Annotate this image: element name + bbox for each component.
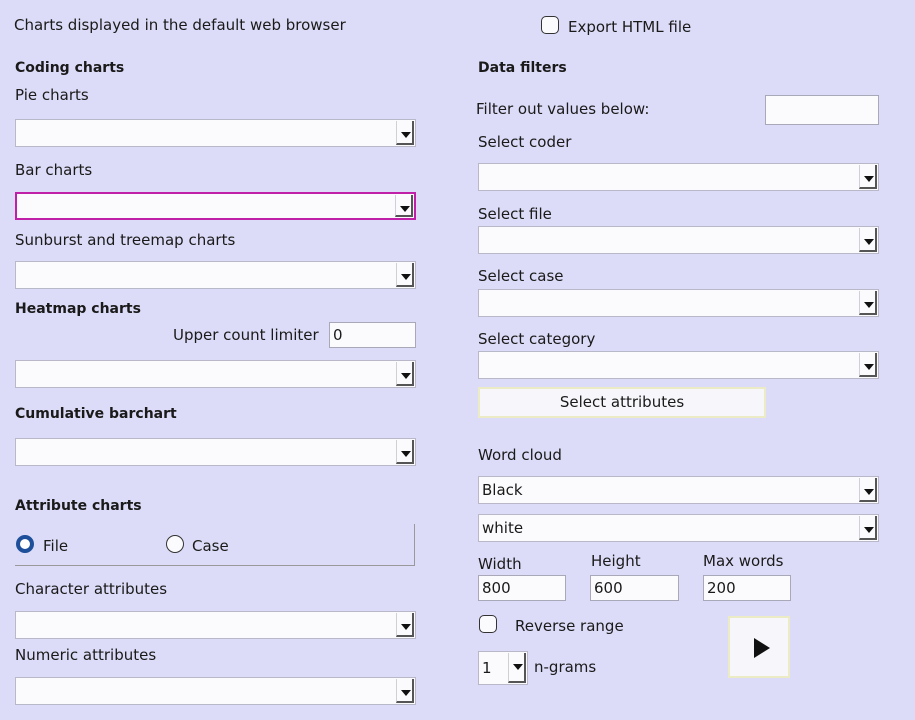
- reverse-range-label: Reverse range: [515, 617, 624, 635]
- chevron-down-icon[interactable]: [859, 516, 877, 540]
- height-label: Height: [591, 552, 641, 570]
- word-cloud-background-combo[interactable]: white: [478, 514, 879, 542]
- chevron-down-icon[interactable]: [396, 679, 414, 703]
- character-attributes-combo[interactable]: [15, 611, 416, 639]
- chevron-down-icon[interactable]: [396, 362, 414, 386]
- max-words-label: Max words: [703, 552, 784, 570]
- ngram-combo[interactable]: 1: [478, 651, 528, 685]
- select-case-label: Select case: [478, 267, 564, 285]
- pie-charts-combo[interactable]: [15, 119, 416, 147]
- select-category-combo[interactable]: [478, 351, 879, 379]
- export-html-checkbox[interactable]: [541, 16, 559, 34]
- background-color-value: white: [482, 519, 524, 537]
- data-filters-heading: Data filters: [478, 60, 567, 76]
- bar-charts-combo[interactable]: [15, 192, 416, 220]
- filter-below-label: Filter out values below:: [476, 100, 650, 118]
- case-radio-label: Case: [192, 537, 229, 555]
- bar-charts-label: Bar charts: [15, 161, 93, 179]
- numeric-attributes-label: Numeric attributes: [15, 646, 157, 664]
- case-radio[interactable]: [166, 535, 184, 553]
- export-html-label: Export HTML file: [568, 18, 692, 36]
- chevron-down-icon[interactable]: [396, 440, 414, 464]
- word-cloud-foreground-combo[interactable]: Black: [478, 476, 879, 504]
- height-input[interactable]: 600: [590, 575, 679, 601]
- chevron-down-icon[interactable]: [859, 478, 877, 502]
- select-coder-combo[interactable]: [478, 163, 879, 191]
- cumulative-barchart-combo[interactable]: [15, 438, 416, 466]
- chevron-down-icon[interactable]: [396, 121, 414, 145]
- width-label: Width: [478, 555, 522, 573]
- browser-info-label: Charts displayed in the default web brow…: [14, 16, 346, 34]
- chevron-down-icon[interactable]: [396, 263, 414, 287]
- file-radio-label: File: [43, 537, 69, 555]
- chevron-down-icon[interactable]: [859, 228, 877, 252]
- character-attributes-label: Character attributes: [15, 580, 168, 598]
- ngram-value: 1: [482, 659, 492, 677]
- width-input[interactable]: 800: [478, 575, 566, 601]
- filter-below-input[interactable]: [765, 95, 879, 125]
- reverse-range-checkbox[interactable]: [479, 615, 497, 633]
- coding-charts-heading: Coding charts: [15, 60, 125, 76]
- max-words-input[interactable]: 200: [703, 575, 791, 601]
- heatmap-charts-heading: Heatmap charts: [15, 301, 141, 317]
- chevron-down-icon[interactable]: [395, 195, 413, 217]
- ngram-label: n-grams: [534, 658, 597, 676]
- word-cloud-label: Word cloud: [478, 446, 562, 464]
- chevron-down-icon[interactable]: [396, 613, 414, 637]
- select-file-combo[interactable]: [478, 226, 879, 254]
- sunburst-charts-combo[interactable]: [15, 261, 416, 289]
- numeric-attributes-combo[interactable]: [15, 677, 416, 705]
- chevron-down-icon[interactable]: [859, 353, 877, 377]
- chevron-down-icon[interactable]: [859, 165, 877, 189]
- sunburst-charts-label: Sunburst and treemap charts: [15, 231, 236, 249]
- play-icon: [754, 638, 770, 658]
- pie-charts-label: Pie charts: [15, 86, 89, 104]
- select-category-label: Select category: [478, 330, 596, 348]
- attribute-charts-heading: Attribute charts: [15, 498, 142, 514]
- select-file-label: Select file: [478, 205, 552, 223]
- select-attributes-button[interactable]: Select attributes: [478, 387, 766, 418]
- upper-count-limiter-label: Upper count limiter: [173, 326, 319, 344]
- select-case-combo[interactable]: [478, 289, 879, 317]
- run-button[interactable]: [728, 616, 790, 678]
- upper-count-limiter-input[interactable]: 0: [329, 322, 416, 348]
- file-radio[interactable]: [16, 535, 34, 553]
- cumulative-barchart-heading: Cumulative barchart: [15, 406, 177, 422]
- foreground-color-value: Black: [482, 481, 523, 499]
- chevron-down-icon[interactable]: [859, 291, 877, 315]
- heatmap-charts-combo[interactable]: [15, 360, 416, 388]
- select-coder-label: Select coder: [478, 133, 572, 151]
- chevron-down-icon[interactable]: [508, 653, 526, 683]
